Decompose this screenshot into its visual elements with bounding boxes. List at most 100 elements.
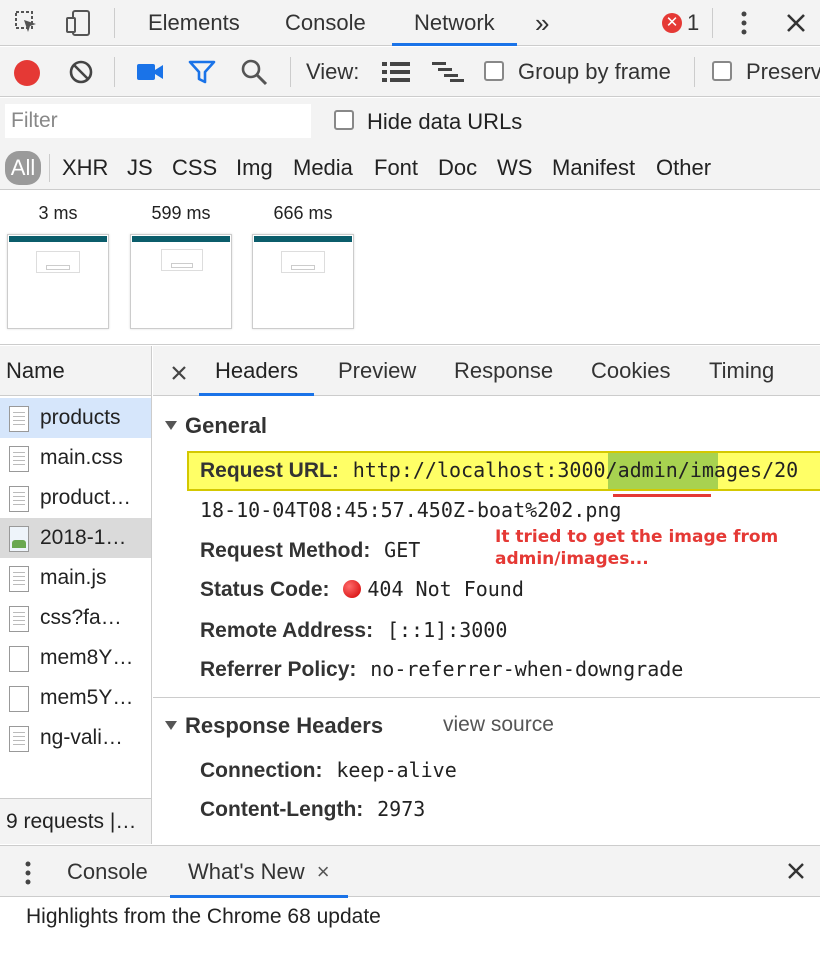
error-count[interactable]: 1: [687, 0, 699, 46]
request-row[interactable]: ng-vali…: [0, 718, 151, 758]
error-icon[interactable]: ✕: [662, 13, 682, 33]
request-name: main.css: [40, 446, 123, 469]
section-divider: [153, 697, 820, 698]
request-row[interactable]: 2018-1…: [0, 518, 151, 558]
filter-input[interactable]: [5, 104, 311, 138]
document-file-icon: [9, 446, 29, 472]
devtools-tab-bar: Elements Console Network » ✕ 1: [0, 0, 820, 46]
more-options-icon[interactable]: [738, 10, 750, 36]
request-row[interactable]: mem5Y…: [0, 678, 151, 718]
request-row[interactable]: product…: [0, 478, 151, 518]
network-toolbar: View: Group by frame Preserv: [0, 47, 820, 97]
status-code-row: Status Code: 404 Not Found: [200, 577, 524, 602]
request-url-label: Request URL:: [200, 459, 339, 482]
referrer-policy-value: no-referrer-when-downgrade: [370, 657, 684, 681]
view-source-link[interactable]: view source: [443, 713, 554, 737]
preserve-log-label[interactable]: Preserv: [746, 47, 820, 97]
response-headers-section-header[interactable]: Response Headers: [165, 713, 383, 739]
status-code-value: 404 Not Found: [367, 577, 524, 601]
response-headers-title: Response Headers: [185, 713, 384, 738]
remote-address-label: Remote Address:: [200, 619, 374, 642]
group-by-frame-label[interactable]: Group by frame: [518, 47, 671, 97]
more-tabs-button[interactable]: »: [535, 0, 549, 46]
preserve-log-checkbox[interactable]: [712, 61, 732, 81]
content-length-label: Content-Length:: [200, 798, 364, 821]
drawer-tab-whats-new[interactable]: What's New ×: [170, 846, 348, 898]
request-row[interactable]: main.css: [0, 438, 151, 478]
close-drawer-icon[interactable]: [786, 861, 806, 881]
image-file-icon: [9, 526, 29, 552]
request-name: main.js: [40, 566, 107, 589]
tab-headers[interactable]: Headers: [199, 346, 315, 396]
tab-response[interactable]: Response: [454, 346, 553, 396]
request-row[interactable]: main.js: [0, 558, 151, 598]
search-icon[interactable]: [240, 58, 268, 86]
clear-icon[interactable]: [68, 59, 94, 85]
drawer-tab-bar: Console What's New ×: [0, 845, 820, 898]
type-filter-ws[interactable]: WS: [497, 146, 532, 190]
type-filter-doc[interactable]: Doc: [438, 146, 477, 190]
filmstrip-frame-2[interactable]: [130, 234, 232, 329]
tab-network[interactable]: Network: [392, 0, 517, 46]
blank-file-icon: [9, 686, 29, 712]
large-rows-icon[interactable]: [382, 61, 410, 83]
general-section-header[interactable]: General: [165, 413, 267, 439]
request-name: product…: [40, 486, 132, 509]
content-length-value: 2973: [377, 797, 426, 821]
connection-value: keep-alive: [336, 758, 457, 782]
drawer: Console What's New × Highlights from the…: [0, 845, 820, 972]
request-row[interactable]: css?fa…: [0, 598, 151, 638]
request-row[interactable]: mem8Y…: [0, 638, 151, 678]
type-filter-css[interactable]: CSS: [172, 146, 217, 190]
request-url-row: Request URL: http://localhost:3000/admin…: [200, 458, 798, 483]
connection-row: Connection: keep-alive: [200, 758, 457, 783]
status-error-icon: [343, 580, 362, 598]
tab-elements[interactable]: Elements: [148, 0, 240, 46]
type-filter-media[interactable]: Media: [293, 146, 353, 190]
request-name: css?fa…: [40, 606, 122, 629]
filter-icon[interactable]: [188, 59, 216, 85]
type-filter-manifest[interactable]: Manifest: [552, 146, 635, 190]
drawer-tab-console[interactable]: Console: [67, 846, 148, 898]
connection-label: Connection:: [200, 759, 323, 782]
tab-timing[interactable]: Timing: [709, 346, 774, 396]
filmstrip-frame-1[interactable]: [7, 234, 109, 329]
hide-data-urls-label[interactable]: Hide data URLs: [367, 98, 522, 146]
type-filter-font[interactable]: Font: [374, 146, 418, 190]
type-filter-img[interactable]: Img: [236, 146, 273, 190]
group-by-frame-checkbox[interactable]: [484, 61, 504, 81]
remote-address-row: Remote Address: [::1]:3000: [200, 618, 507, 643]
request-method-row: Request Method: GET: [200, 538, 420, 563]
inspect-element-icon[interactable]: [14, 10, 40, 36]
whats-new-label: What's New: [188, 859, 305, 884]
waterfall-overview-icon[interactable]: [432, 61, 464, 83]
frame-time-3: 666 ms: [273, 203, 333, 223]
request-url-value: http://localhost:3000/admin/images/20: [352, 458, 799, 482]
document-file-icon: [9, 726, 29, 752]
close-tab-icon[interactable]: ×: [317, 859, 330, 884]
name-column-header[interactable]: Name: [0, 346, 151, 396]
hide-data-urls-checkbox[interactable]: [334, 110, 354, 130]
referrer-policy-label: Referrer Policy:: [200, 658, 357, 681]
type-filter-xhr[interactable]: XHR: [62, 146, 108, 190]
tab-console[interactable]: Console: [285, 0, 366, 46]
request-row[interactable]: products: [0, 398, 151, 438]
filmstrip-frame-3[interactable]: [252, 234, 354, 329]
request-url-continuation: 18-10-04T08:45:57.450Z-boat%202.png: [200, 498, 621, 523]
tab-cookies[interactable]: Cookies: [591, 346, 670, 396]
type-filter-js[interactable]: JS: [127, 146, 153, 190]
type-filter-other[interactable]: Other: [656, 146, 711, 190]
type-filter-all[interactable]: All: [5, 151, 41, 185]
device-toolbar-icon[interactable]: [64, 8, 94, 38]
close-devtools-icon[interactable]: [784, 11, 808, 35]
status-code-label: Status Code:: [200, 578, 330, 601]
request-name: 2018-1…: [40, 526, 127, 549]
request-method-label: Request Method:: [200, 539, 371, 562]
screenshot-capture-icon[interactable]: [136, 61, 164, 83]
request-list: Name products main.css product… 2018-1… …: [0, 346, 152, 844]
close-details-icon[interactable]: [171, 363, 187, 380]
tab-preview[interactable]: Preview: [338, 346, 416, 396]
record-icon[interactable]: [14, 60, 40, 86]
drawer-menu-icon[interactable]: [22, 860, 34, 886]
request-name: products: [40, 406, 121, 429]
